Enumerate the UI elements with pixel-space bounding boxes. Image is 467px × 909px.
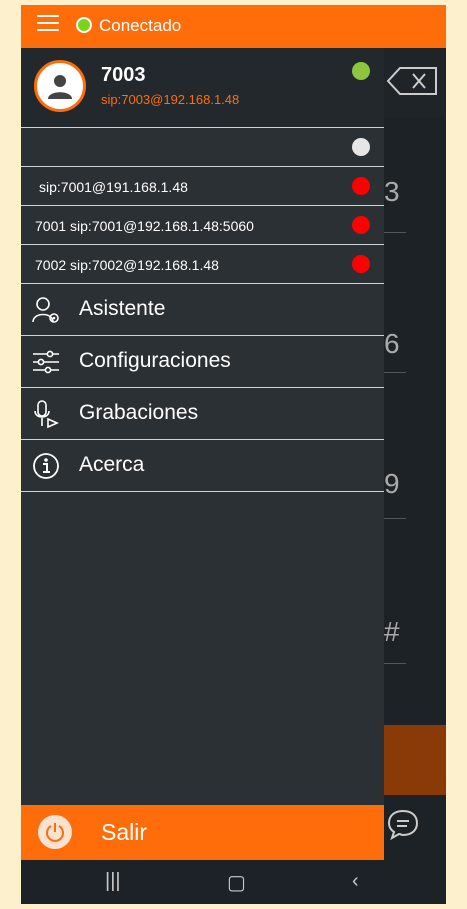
account-row[interactable]	[21, 128, 384, 167]
power-icon	[46, 823, 64, 842]
recordings-icon	[34, 400, 59, 429]
system-navigation-bar: ||| ▢ ‹	[21, 860, 446, 904]
menu-item-asistente[interactable]: Asistente	[21, 284, 384, 336]
account-status-icon	[352, 255, 370, 273]
divider	[384, 372, 406, 373]
menu-item-label: Acerca	[79, 453, 145, 476]
divider	[384, 232, 406, 233]
menu-item-acerca[interactable]: Acerca	[21, 440, 384, 492]
navigation-drawer: 7003 sip:7003@192.168.1.48 sip:7001@191.…	[21, 48, 384, 860]
dialer-key-fragment: 3	[384, 176, 400, 207]
logout-button[interactable]: Salir	[21, 805, 384, 860]
account-status-icon	[352, 216, 370, 234]
hamburger-menu-icon[interactable]	[37, 15, 59, 35]
backspace-icon[interactable]	[386, 66, 438, 96]
account-row[interactable]: 7002 sip:7002@192.168.1.48	[21, 245, 384, 284]
account-status-icon	[352, 138, 370, 156]
menu-item-configuraciones[interactable]: Configuraciones	[21, 336, 384, 388]
account-label: 7002 sip:7002@192.168.1.48	[35, 257, 219, 273]
dialer-key-fragment: #	[384, 616, 400, 647]
menu-item-grabaciones[interactable]: Grabaciones	[21, 388, 384, 440]
user-icon	[48, 75, 72, 99]
account-row[interactable]: 7001 sip:7001@192.168.1.48:5060	[21, 206, 384, 245]
settings-sliders-icon	[33, 350, 59, 374]
phone-screen: Conectado 3 6 9 # 7003 sip:7003@192.168.…	[21, 5, 446, 904]
background-dialer: 3 6 9 #	[384, 48, 446, 904]
logout-label: Salir	[101, 819, 148, 845]
presence-icon	[352, 62, 370, 80]
app-top-bar: Conectado	[21, 5, 446, 48]
profile-header[interactable]: 7003 sip:7003@192.168.1.48	[21, 48, 384, 128]
recent-apps-icon[interactable]: |||	[105, 870, 121, 893]
menu-item-label: Asistente	[79, 297, 166, 320]
account-label: 7001 sip:7001@192.168.1.48:5060	[35, 218, 254, 234]
dialer-key-fragment: 6	[384, 328, 400, 359]
account-row[interactable]: sip:7001@191.168.1.48	[21, 167, 384, 206]
divider	[384, 663, 406, 664]
chat-icon[interactable]	[386, 808, 420, 840]
menu-item-label: Grabaciones	[79, 401, 199, 424]
dialer-header	[384, 48, 446, 117]
avatar	[34, 60, 86, 112]
menu-item-label: Configuraciones	[79, 349, 231, 372]
logout-icon-wrap	[38, 815, 72, 849]
connection-status-icon	[76, 17, 92, 33]
profile-name: 7003	[101, 64, 146, 86]
account-label: sip:7001@191.168.1.48	[39, 179, 188, 195]
call-button-fragment[interactable]	[384, 725, 446, 795]
divider	[384, 518, 406, 519]
info-icon	[33, 453, 59, 479]
dialer-key-fragment: 9	[384, 468, 400, 499]
assistant-icon	[32, 297, 59, 323]
account-status-icon	[352, 177, 370, 195]
connection-status-label: Conectado	[99, 16, 182, 35]
home-icon[interactable]: ▢	[227, 870, 246, 895]
back-icon[interactable]: ‹	[352, 870, 359, 893]
profile-sip-address: sip:7003@192.168.1.48	[101, 92, 240, 107]
